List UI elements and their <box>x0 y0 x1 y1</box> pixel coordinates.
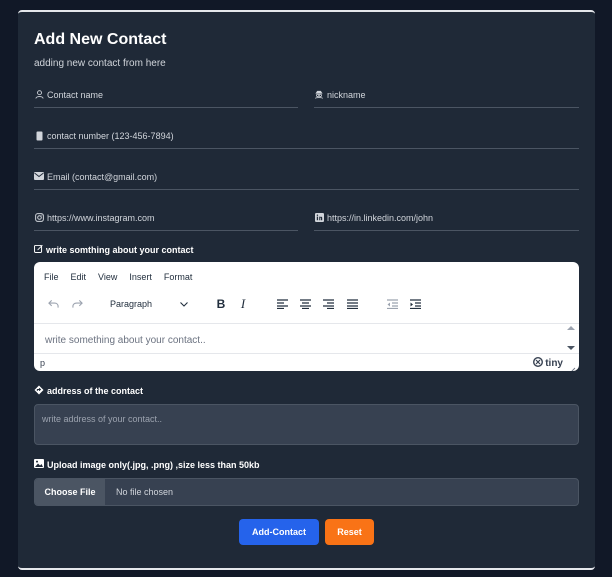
editor-toolbar: Paragraph B I <box>34 292 579 316</box>
linkedin-icon <box>314 213 324 223</box>
file-status: No file chosen <box>116 487 174 497</box>
menu-view[interactable]: View <box>98 272 117 282</box>
block-format-value: Paragraph <box>110 299 153 309</box>
resize-handle-icon[interactable] <box>569 361 576 371</box>
email-placeholder: Email (contact@gmail.com) <box>47 172 158 182</box>
contact-name-field[interactable]: Contact name <box>34 86 298 108</box>
editor-menubar: File Edit View Insert Format <box>44 272 192 282</box>
envelope-icon <box>34 172 44 182</box>
editor-placeholder: write something about your contact.. <box>45 335 206 346</box>
align-left-icon[interactable] <box>273 292 291 316</box>
nickname-placeholder: nickname <box>327 90 366 100</box>
address-label-text: address of the contact <box>47 386 144 396</box>
tiny-brand-text: tiny <box>545 358 563 369</box>
editor-scrollbar[interactable] <box>565 323 577 353</box>
address-label: address of the contact <box>34 385 143 397</box>
menu-insert[interactable]: Insert <box>129 272 152 282</box>
tiny-brand[interactable]: tiny <box>533 356 563 370</box>
about-label: write somthing about your contact <box>34 244 194 255</box>
choose-file-button[interactable]: Choose File <box>35 479 105 505</box>
location-diamond-icon <box>34 385 44 397</box>
reset-button[interactable]: Reset <box>325 519 374 545</box>
menu-edit[interactable]: Edit <box>71 272 87 282</box>
edit-icon <box>34 244 43 255</box>
linkedin-field[interactable]: https://in.linkedin.com/john <box>314 209 579 231</box>
block-format-select[interactable]: Paragraph <box>104 295 194 313</box>
contact-number-placeholder: contact number (123-456-7894) <box>47 131 174 141</box>
chevron-down-icon <box>180 299 188 309</box>
user-secret-icon <box>314 90 324 100</box>
user-icon <box>34 90 44 100</box>
contact-number-field[interactable]: contact number (123-456-7894) <box>34 127 579 149</box>
undo-icon[interactable] <box>44 292 62 316</box>
indent-icon[interactable] <box>406 292 424 316</box>
image-icon <box>34 459 44 470</box>
align-center-icon[interactable] <box>296 292 314 316</box>
about-label-text: write somthing about your contact <box>46 244 194 255</box>
email-field[interactable]: Email (contact@gmail.com) <box>34 168 579 190</box>
redo-icon[interactable] <box>68 292 86 316</box>
editor-statusbar: p tiny <box>34 353 579 371</box>
tiny-logo-icon <box>533 356 544 370</box>
editor-content-area[interactable]: write something about your contact.. <box>34 323 579 353</box>
mobile-icon <box>34 131 44 141</box>
add-contact-button[interactable]: Add-Contact <box>239 519 319 545</box>
bold-icon[interactable]: B <box>212 292 230 316</box>
instagram-icon <box>34 213 44 223</box>
rich-text-editor[interactable]: File Edit View Insert Format Paragraph B… <box>34 262 579 371</box>
contact-name-placeholder: Contact name <box>47 90 104 100</box>
upload-label-text: Upload image only(.jpg, .png) ,size less… <box>47 459 260 470</box>
file-input[interactable]: Choose File No file chosen <box>34 478 579 506</box>
align-right-icon[interactable] <box>319 292 337 316</box>
align-justify-icon[interactable] <box>343 292 361 316</box>
form-subtitle: adding new contact from here <box>34 58 166 69</box>
form-title: Add New Contact <box>34 31 167 48</box>
menu-file[interactable]: File <box>44 272 59 282</box>
instagram-placeholder: https://www.instagram.com <box>47 213 155 223</box>
menu-format[interactable]: Format <box>164 272 193 282</box>
instagram-field[interactable]: https://www.instagram.com <box>34 209 298 231</box>
upload-label: Upload image only(.jpg, .png) ,size less… <box>34 459 260 470</box>
linkedin-placeholder: https://in.linkedin.com/john <box>327 213 434 223</box>
italic-icon[interactable]: I <box>234 292 252 316</box>
outdent-icon[interactable] <box>383 292 401 316</box>
add-contact-card: Add New Contact adding new contact from … <box>18 10 595 570</box>
address-placeholder: write address of your contact.. <box>42 414 163 424</box>
nickname-field[interactable]: nickname <box>314 86 579 108</box>
element-path[interactable]: p <box>40 358 45 368</box>
address-textarea[interactable]: write address of your contact.. <box>34 404 579 445</box>
